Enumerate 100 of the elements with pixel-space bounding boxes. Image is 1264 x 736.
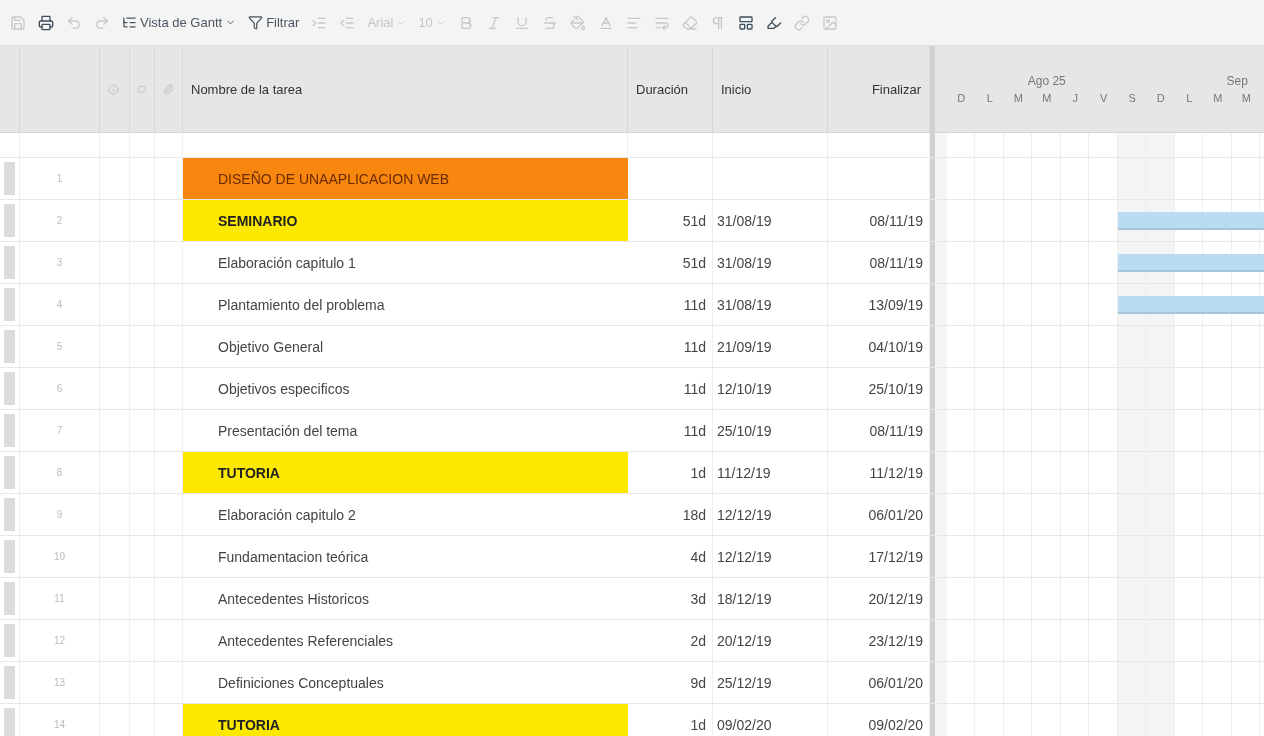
highlighter-icon[interactable]	[765, 14, 782, 31]
task-name-cell[interactable]: Definiciones Conceptuales	[183, 662, 628, 703]
row-handle[interactable]	[4, 456, 15, 489]
week-label: Sep	[1225, 74, 1249, 88]
day-label: L	[985, 92, 994, 104]
row-handle[interactable]	[4, 162, 15, 195]
task-name-cell[interactable]: Plantamiento del problema	[183, 284, 628, 325]
day-label: M	[1012, 92, 1024, 104]
row-handle[interactable]	[4, 708, 15, 736]
gantt-icon	[122, 15, 137, 30]
task-name-cell[interactable]: Elaboración capitulo 2	[183, 494, 628, 535]
start-date: 21/09/19	[716, 338, 773, 355]
task-name: Elaboración capitulo 1	[218, 254, 356, 271]
task-name-cell[interactable]: Elaboración capitulo 1	[183, 242, 628, 283]
task-name-cell[interactable]: Objetivo General	[183, 326, 628, 367]
duration: 9d	[690, 674, 707, 691]
column-header[interactable]: Inicio	[721, 81, 752, 97]
day-label: M	[1240, 92, 1252, 104]
column-header[interactable]: Finalizar	[871, 81, 921, 97]
gantt-bar[interactable]	[1118, 296, 1264, 314]
end-date: 13/09/19	[868, 296, 924, 313]
duration: 1d	[690, 716, 707, 733]
task-name: Objetivo General	[218, 338, 324, 355]
row-handle[interactable]	[4, 414, 15, 447]
task-name: Plantamiento del problema	[218, 296, 385, 313]
end-date: 20/12/19	[868, 590, 924, 607]
duration: 2d	[690, 632, 707, 649]
duration: 11d	[683, 380, 707, 397]
task-name-cell[interactable]: TUTORIA	[183, 452, 628, 493]
day-label: M	[1212, 92, 1224, 104]
end-date: 06/01/20	[868, 506, 924, 523]
print-icon[interactable]	[38, 14, 54, 31]
row-number: 14	[53, 719, 66, 730]
day-label: S	[1127, 92, 1137, 104]
row-number: 2	[56, 215, 63, 226]
duration: 11d	[683, 338, 707, 355]
task-name: Fundamentacion teórica	[218, 548, 369, 565]
start-date: 31/08/19	[716, 254, 773, 271]
gantt-bar[interactable]	[1118, 254, 1264, 272]
task-name: Objetivos especificos	[218, 380, 350, 397]
task-name-cell[interactable]: Fundamentacion teórica	[183, 536, 628, 577]
row-handle[interactable]	[4, 330, 15, 363]
row-number: 10	[53, 551, 66, 562]
row-handle[interactable]	[4, 372, 15, 405]
end-date: 25/10/19	[868, 380, 924, 397]
row-number: 5	[56, 341, 63, 352]
task-name: TUTORIA	[218, 716, 280, 733]
comment-icon	[138, 83, 146, 95]
task-name: Presentación del tema	[218, 422, 358, 439]
end-date: 06/01/20	[868, 674, 924, 691]
end-date: 23/12/19	[868, 632, 924, 649]
task-name: DISEÑO DE UNAAPLICACION WEB	[218, 170, 450, 187]
task-name: Elaboración capitulo 2	[218, 506, 356, 523]
row-handle[interactable]	[4, 666, 15, 699]
week-label: Ago 25	[1026, 74, 1067, 88]
task-name-cell[interactable]: Presentación del tema	[183, 410, 628, 451]
start-date: 25/10/19	[716, 422, 773, 439]
duration: 4d	[690, 548, 707, 565]
layout-icon[interactable]	[737, 14, 754, 31]
row-handle[interactable]	[4, 582, 15, 615]
row-handle[interactable]	[4, 498, 15, 531]
duration: 11d	[683, 296, 707, 313]
task-name-cell[interactable]: DISEÑO DE UNAAPLICACION WEB	[183, 158, 628, 199]
start-date: 20/12/19	[716, 632, 773, 649]
gantt-bar[interactable]	[1118, 212, 1264, 230]
row-number: 12	[53, 635, 66, 646]
row-handle[interactable]	[4, 288, 15, 321]
row-handle[interactable]	[4, 246, 15, 279]
row-number: 4	[56, 299, 63, 310]
duration: 51d	[682, 212, 707, 229]
start-date: 12/12/19	[716, 506, 773, 523]
column-header[interactable]: Duración	[636, 81, 689, 97]
task-name-cell[interactable]: SEMINARIO	[183, 200, 628, 241]
day-label: J	[1071, 92, 1079, 104]
start-date: 31/08/19	[716, 212, 773, 229]
start-date: 12/12/19	[716, 548, 773, 565]
task-name: Antecedentes Referenciales	[218, 632, 394, 649]
column-header[interactable]: Nombre de la tarea	[191, 81, 303, 97]
task-name-cell[interactable]: Antecedentes Historicos	[183, 578, 628, 619]
task-name: SEMINARIO	[218, 212, 298, 229]
task-name-cell[interactable]: Antecedentes Referenciales	[183, 620, 628, 661]
duration: 3d	[690, 590, 707, 607]
day-label: L	[1185, 92, 1194, 104]
task-name: Antecedentes Historicos	[218, 590, 369, 607]
end-date: 09/02/20	[868, 716, 924, 733]
duration: 1d	[690, 464, 707, 481]
row-handle[interactable]	[4, 540, 15, 573]
row-handle[interactable]	[4, 624, 15, 657]
filter-icon	[248, 15, 264, 30]
gantt-view-menu[interactable]: Vista de Gantt	[122, 15, 237, 30]
row-handle[interactable]	[4, 204, 15, 237]
task-name-cell[interactable]: TUTORIA	[183, 704, 628, 736]
row-number: 6	[56, 383, 63, 394]
task-name-cell[interactable]: Objetivos especificos	[183, 368, 628, 409]
filter-button[interactable]: Filtrar	[248, 15, 300, 30]
end-date: 17/12/19	[868, 548, 924, 565]
info-icon	[108, 83, 119, 95]
end-date: 08/11/19	[869, 212, 924, 229]
task-name: Definiciones Conceptuales	[218, 674, 384, 691]
duration: 51d	[682, 254, 707, 271]
